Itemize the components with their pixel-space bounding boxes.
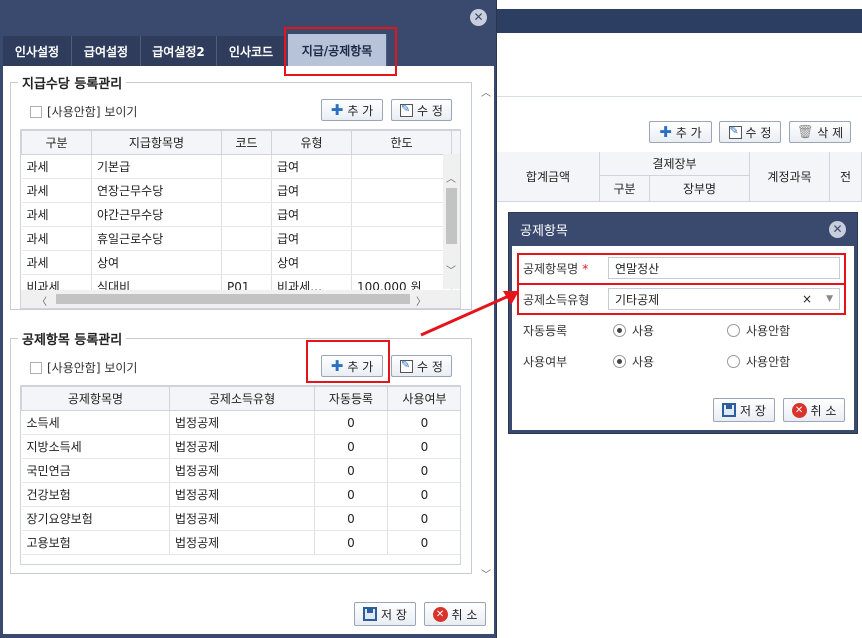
cancel-icon: ✕ bbox=[791, 402, 807, 418]
allowance-col-name[interactable]: 지급항목명 bbox=[91, 130, 222, 155]
bg-col-payment-book: 결제장부 bbox=[600, 152, 750, 176]
trash-icon: 🗑 bbox=[796, 124, 814, 140]
bg-col-total: 합계금액 bbox=[497, 152, 600, 202]
bg-add-button[interactable]: ✚ 추 가 bbox=[649, 121, 712, 143]
tab-pay-settings-2[interactable]: 급여설정2 bbox=[141, 36, 217, 66]
save-icon bbox=[363, 607, 378, 621]
tab-pay-settings[interactable]: 급여설정 bbox=[72, 36, 141, 66]
allowance-vertical-thumb[interactable] bbox=[446, 188, 457, 244]
table-row[interactable]: 과세 야간근무수당 급여 bbox=[21, 202, 460, 227]
bg-col-type: 구분 bbox=[600, 176, 650, 202]
popup-close-icon[interactable]: ✕ bbox=[829, 221, 846, 238]
allowance-col-type[interactable]: 구분 bbox=[21, 130, 92, 155]
dialog-cancel-button[interactable]: ✕ 취 소 bbox=[424, 602, 486, 626]
table-row[interactable]: 국민연금 법정공제 0 0 bbox=[21, 458, 460, 483]
radio-checked-icon bbox=[613, 324, 626, 337]
deduction-section-title: 공제항목 등록관리 bbox=[18, 329, 127, 348]
bg-edit-button[interactable]: 수 정 bbox=[719, 121, 781, 143]
table-row[interactable]: 과세 휴일근로수당 급여 bbox=[21, 226, 460, 251]
radio-unchecked-icon bbox=[727, 324, 740, 337]
table-row[interactable]: 건강보험 법정공제 0 0 bbox=[21, 482, 460, 507]
allowance-show-unused-checkbox[interactable]: [사용안함] 보이기 bbox=[30, 103, 137, 120]
allowance-scroll-down-arrow[interactable]: ﹀ bbox=[443, 262, 459, 277]
checkbox-icon bbox=[30, 361, 42, 374]
table-row[interactable]: 장기요양보험 법정공제 0 0 bbox=[21, 506, 460, 531]
allowance-horizontal-thumb[interactable] bbox=[56, 294, 410, 304]
deduction-edit-button[interactable]: 수 정 bbox=[391, 355, 452, 377]
deduction-show-unused-checkbox[interactable]: [사용안함] 보이기 bbox=[30, 359, 137, 376]
deduction-col-name[interactable]: 공제항목명 bbox=[21, 386, 170, 411]
scroll-up-arrow[interactable]: ︿ bbox=[478, 84, 494, 99]
deduction-col-income-type[interactable]: 공제소득유형 bbox=[169, 386, 315, 411]
background-divider bbox=[496, 96, 862, 97]
popup-cancel-button[interactable]: ✕ 취 소 bbox=[783, 398, 845, 422]
allowance-scroll-left-arrow[interactable]: 〈 bbox=[34, 293, 50, 308]
tab-hr-settings[interactable]: 인사설정 bbox=[3, 36, 72, 66]
table-row[interactable]: 과세 기본급 급여 bbox=[21, 154, 460, 179]
table-row[interactable]: 소득세 법정공제 0 0 bbox=[21, 410, 460, 435]
tab-hr-code[interactable]: 인사코드 bbox=[217, 36, 286, 66]
plus-icon: ✚ bbox=[330, 100, 344, 119]
bg-delete-button[interactable]: 🗑 삭 제 bbox=[789, 121, 851, 143]
scroll-down-arrow[interactable]: ﹀ bbox=[478, 566, 494, 581]
table-row[interactable]: 과세 상여 상여 bbox=[21, 250, 460, 275]
edit-icon bbox=[400, 102, 414, 117]
highlight-add-box bbox=[306, 340, 390, 383]
edit-icon bbox=[728, 124, 742, 139]
bg-col-more: 전 bbox=[830, 152, 862, 202]
bg-col-account: 계정과목 bbox=[750, 152, 830, 202]
allowance-col-spacer bbox=[451, 130, 460, 155]
allowance-grid: 구분 지급항목명 코드 유형 한도 과세 기본급 급여 과세 연장근무수당 급여 과세 야… bbox=[20, 129, 461, 309]
deduction-col-use[interactable]: 사용여부 bbox=[387, 386, 460, 411]
allowance-scroll-up-arrow[interactable]: ︿ bbox=[443, 170, 459, 185]
popup-auto-use-radio[interactable]: 사용 bbox=[613, 322, 654, 339]
popup-use-label: 사용여부 bbox=[523, 355, 568, 369]
table-row[interactable]: 고용보험 법정공제 0 0 bbox=[21, 530, 460, 555]
allowance-col-limit[interactable]: 한도 bbox=[351, 130, 452, 155]
plus-icon: ✚ bbox=[659, 122, 672, 141]
annotation-arrow bbox=[420, 291, 519, 337]
edit-icon bbox=[400, 358, 414, 373]
background-window-titlebar bbox=[496, 9, 862, 33]
highlight-tab-box bbox=[284, 27, 397, 76]
close-icon[interactable]: ✕ bbox=[470, 9, 487, 26]
allowance-add-button[interactable]: ✚ 추 가 bbox=[321, 99, 383, 121]
dialog-save-button[interactable]: 저 장 bbox=[354, 602, 416, 626]
popup-save-button[interactable]: 저 장 bbox=[713, 398, 775, 422]
deduction-col-auto[interactable]: 자동등록 bbox=[314, 386, 388, 411]
radio-unchecked-icon bbox=[727, 355, 740, 368]
allowance-col-kind[interactable]: 유형 bbox=[271, 130, 352, 155]
popup-unused-radio[interactable]: 사용안함 bbox=[727, 353, 790, 370]
allowance-col-code[interactable]: 코드 bbox=[221, 130, 272, 155]
bg-col-book-name: 장부명 bbox=[650, 176, 750, 202]
allowance-edit-button[interactable]: 수 정 bbox=[391, 99, 452, 121]
cancel-icon: ✕ bbox=[432, 606, 448, 622]
deduction-grid: 공제항목명 공제소득유형 자동등록 사용여부 소득세 법정공제 0 0 지방소득세 법정… bbox=[20, 385, 461, 565]
save-icon bbox=[722, 403, 737, 417]
popup-use-radio[interactable]: 사용 bbox=[613, 353, 654, 370]
allowance-section-title: 지급수당 등록관리 bbox=[18, 73, 127, 92]
highlight-fields-divider bbox=[517, 283, 846, 285]
radio-checked-icon bbox=[613, 355, 626, 368]
table-row[interactable]: 지방소득세 법정공제 0 0 bbox=[21, 434, 460, 459]
popup-title: 공제항목 bbox=[520, 224, 568, 239]
table-row[interactable]: 과세 연장근무수당 급여 bbox=[21, 178, 460, 203]
popup-auto-label: 자동등록 bbox=[523, 324, 568, 338]
checkbox-icon bbox=[30, 105, 42, 118]
popup-auto-unused-radio[interactable]: 사용안함 bbox=[727, 322, 790, 339]
